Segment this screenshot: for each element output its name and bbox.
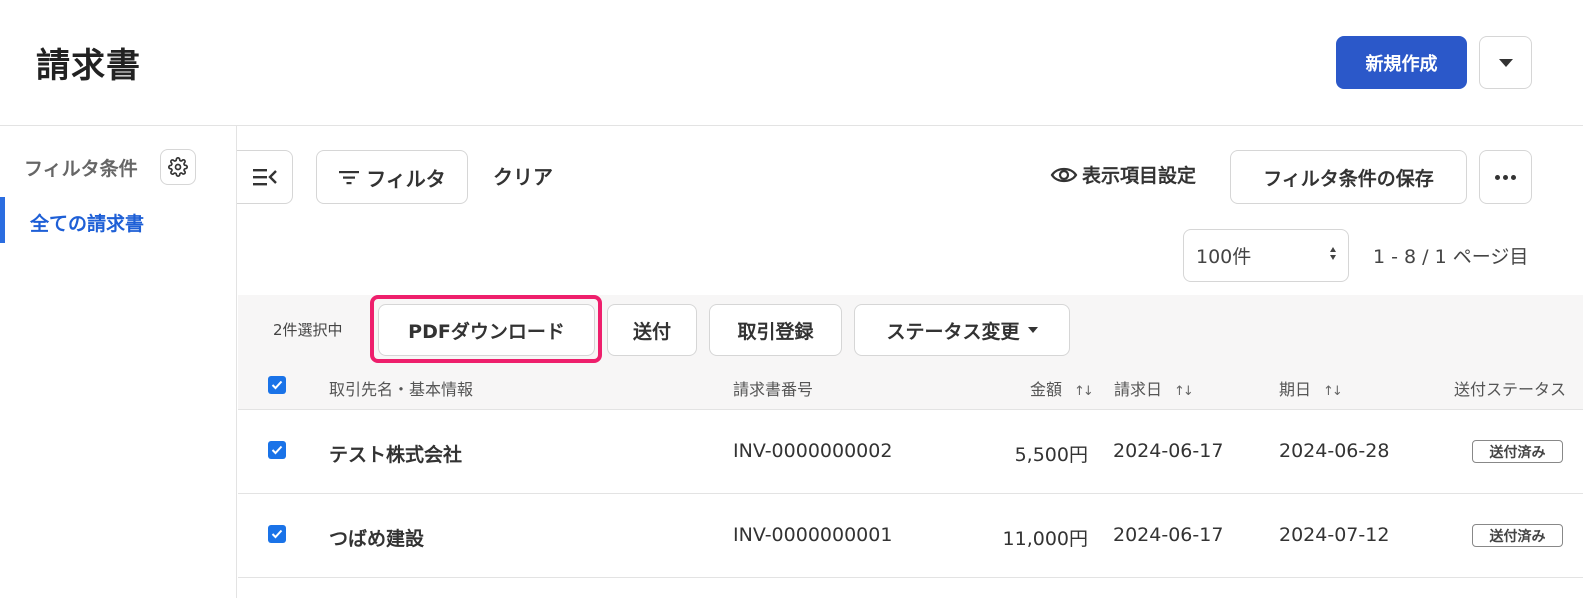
change-status-label: ステータス変更 [886,320,1020,343]
sort-icon: ↑↓ [1174,384,1194,399]
column-header-invoice-number: 請求書番号 [733,380,814,399]
sidebar: フィルタ条件 全ての請求書 [0,126,237,598]
gear-icon [168,157,188,177]
row-checkbox[interactable] [268,525,286,543]
select-arrows-icon [1330,247,1336,260]
per-page-value: 100件 [1196,246,1252,268]
row-checkbox[interactable] [268,441,286,459]
check-icon [271,445,283,455]
per-page-select[interactable]: 100件 [1183,229,1349,282]
column-header-due-date-label: 期日 [1279,380,1312,399]
check-icon [271,529,283,539]
filter-settings-button[interactable] [160,149,196,185]
invoice-number: INV-0000000001 [733,524,893,546]
more-icon-dot [1511,174,1516,180]
issue-date: 2024-06-17 [1113,524,1224,546]
sort-icon: ↑↓ [1323,384,1343,399]
status-badge: 送付済み [1472,524,1563,547]
select-all-checkbox[interactable] [268,376,286,394]
create-options-dropdown[interactable] [1479,36,1532,89]
column-header-send-status: 送付ステータス [1454,380,1567,399]
create-new-button[interactable]: 新規作成 [1336,36,1467,89]
more-options-button[interactable] [1479,150,1532,204]
register-transaction-button[interactable]: 取引登録 [709,304,842,356]
invoice-amount: 11,000円 [1002,528,1088,550]
column-settings-button[interactable]: 表示項目設定 [1050,161,1196,188]
change-status-button[interactable]: ステータス変更 [854,304,1070,356]
due-date: 2024-07-12 [1279,524,1390,546]
clear-filter-button[interactable]: クリア [493,161,553,190]
due-date: 2024-06-28 [1279,440,1390,462]
selected-count: 2件選択中 [273,321,343,339]
invoice-number: INV-0000000002 [733,440,893,462]
page-info: 1 - 8 / 1 ページ目 [1373,246,1529,268]
collapse-icon [252,169,277,186]
eye-icon [1050,167,1078,182]
sidebar-item-all-invoices[interactable]: 全ての請求書 [0,197,236,243]
column-header-issue-date-label: 請求日 [1114,380,1163,399]
column-settings-label: 表示項目設定 [1082,165,1197,187]
column-header-due-date[interactable]: 期日 ↑↓ [1279,376,1343,400]
more-icon [1495,174,1500,180]
column-header-amount[interactable]: 金額 ↑↓ [1030,376,1094,400]
column-header-client: 取引先名・基本情報 [329,380,474,399]
more-icon-dot [1503,174,1508,180]
issue-date: 2024-06-17 [1113,440,1224,462]
filter-button[interactable]: フィルタ [316,150,468,204]
status-badge: 送付済み [1472,440,1563,463]
collapse-sidebar-button[interactable] [237,150,293,204]
sidebar-item-label: 全ての請求書 [30,213,145,235]
column-header-issue-date[interactable]: 請求日 ↑↓ [1114,376,1194,400]
page-title: 請求書 [36,46,141,86]
filter-icon [339,171,360,185]
active-indicator [0,197,5,243]
chevron-down-icon [1027,327,1038,333]
highlight-frame [370,295,602,363]
send-button[interactable]: 送付 [607,304,697,356]
invoice-amount: 5,500円 [1014,444,1088,466]
check-icon [271,380,283,390]
filter-button-label: フィルタ [366,166,446,191]
chevron-down-icon [1498,58,1513,67]
client-name[interactable]: テスト株式会社 [329,440,462,467]
save-filter-button[interactable]: フィルタ条件の保存 [1230,150,1467,204]
header-divider [0,125,1583,126]
filter-heading: フィルタ条件 [24,158,138,180]
column-header-amount-label: 金額 [1030,380,1063,399]
sort-icon: ↑↓ [1074,384,1094,399]
client-name[interactable]: つばめ建設 [329,524,424,551]
